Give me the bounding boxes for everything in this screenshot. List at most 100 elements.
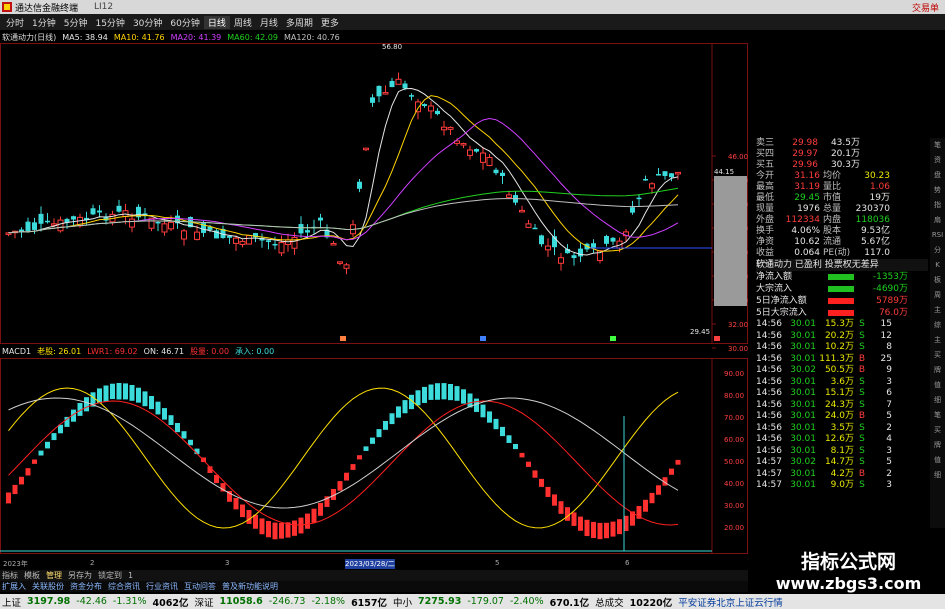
- candle-body: [480, 152, 486, 163]
- sidebar-function-button[interactable]: 势: [934, 183, 941, 198]
- macd-name[interactable]: MACD1: [2, 347, 31, 356]
- tick-row[interactable]: 14:57 30.01 9.0万 S 3: [756, 480, 928, 492]
- tick-row[interactable]: 14:56 30.01 24.0万 B 5: [756, 411, 928, 423]
- tick-row[interactable]: 14:56 30.01 15.3万 S 15: [756, 319, 928, 331]
- flow-bar: [824, 283, 862, 295]
- indicator-tab[interactable]: 另存为: [68, 570, 92, 581]
- tick-row[interactable]: 14:56 30.01 20.2万 S 12: [756, 331, 928, 343]
- zx-index-name[interactable]: 中小: [393, 595, 412, 609]
- tick-row[interactable]: 14:56 30.01 8.1万 S 3: [756, 446, 928, 458]
- tick-row[interactable]: 14:56 30.01 12.6万 S 4: [756, 434, 928, 446]
- candle-body: [318, 217, 323, 221]
- macd-tick-label: 60.00: [724, 436, 744, 444]
- sidebar-function-button[interactable]: RSI: [932, 228, 943, 243]
- period-tab[interactable]: 30分钟: [129, 16, 166, 29]
- sidebar-function-button[interactable]: 买: [934, 348, 941, 363]
- period-tab[interactable]: 15分钟: [91, 16, 128, 29]
- sidebar-function-button[interactable]: 主: [934, 333, 941, 348]
- sidebar-function-button[interactable]: 盘: [934, 168, 941, 183]
- indicator-tab[interactable]: 指标: [2, 570, 18, 581]
- info-tab[interactable]: 行业资讯: [146, 581, 178, 592]
- order-book-row[interactable]: 买五 29.96 30.3万: [756, 160, 928, 171]
- sidebar-function-button[interactable]: 周: [934, 288, 941, 303]
- period-tab[interactable]: 5分钟: [60, 16, 92, 29]
- sidebar-function-button[interactable]: 细: [934, 393, 941, 408]
- info-tab[interactable]: 扩展入: [2, 581, 26, 592]
- tick-price: 30.01: [790, 353, 816, 364]
- period-tab[interactable]: 1分钟: [28, 16, 60, 29]
- trade-button[interactable]: 交易单: [912, 1, 939, 14]
- period-tab[interactable]: 月线: [256, 16, 282, 29]
- sidebar-function-button[interactable]: 板: [934, 273, 941, 288]
- sidebar-function-button[interactable]: 分: [934, 243, 941, 258]
- macd-histogram-bar: [461, 389, 466, 404]
- tick-row[interactable]: 14:56 30.02 50.5万 B 9: [756, 365, 928, 377]
- event-marker[interactable]: [714, 336, 720, 341]
- sidebar-function-button[interactable]: 综: [934, 318, 941, 333]
- candle-body: [278, 242, 285, 254]
- period-tab[interactable]: 周线: [230, 16, 256, 29]
- sz-index-name[interactable]: 深证: [194, 595, 213, 609]
- indicator-tab[interactable]: 管理: [46, 570, 62, 581]
- indicator-tab[interactable]: 1: [128, 571, 133, 580]
- macd-histogram-bar: [123, 383, 128, 400]
- macd-histogram-bar: [272, 522, 278, 540]
- indicator-tab[interactable]: 模板: [24, 570, 40, 581]
- sidebar-function-button[interactable]: 值: [934, 453, 941, 468]
- tick-count: 15: [880, 319, 892, 329]
- tick-price: 30.01: [790, 480, 816, 490]
- order-book-row[interactable]: 卖三 29.98 43.5万: [756, 138, 928, 149]
- sidebar-function-button[interactable]: 笔: [934, 138, 941, 153]
- news-ticker[interactable]: 平安证券北京上证云行情: [678, 595, 783, 609]
- sidebar-function-button[interactable]: 资: [934, 153, 941, 168]
- stock-title[interactable]: 软通动力(日线): [2, 32, 56, 43]
- flow-bar: [824, 271, 862, 283]
- sidebar-function-button[interactable]: 指: [934, 198, 941, 213]
- macd-histogram-bar: [305, 513, 310, 529]
- candle-body: [539, 235, 544, 245]
- sidebar-function-button[interactable]: 笔: [934, 408, 941, 423]
- period-tab[interactable]: 多周期: [282, 16, 317, 29]
- tick-row[interactable]: 14:56 30.01 3.6万 S 3: [756, 377, 928, 389]
- tick-volume: 3.5万: [830, 422, 854, 433]
- sh-index-name[interactable]: 上证: [2, 595, 21, 609]
- tick-row[interactable]: 14:57 30.02 14.7万 S 5: [756, 457, 928, 469]
- tick-row[interactable]: 14:56 30.01 3.5万 S 2: [756, 423, 928, 435]
- tick-list[interactable]: 14:56 30.01 15.3万 S 15 14:56 30.01 20.2万 S 12 14:5…: [756, 319, 928, 492]
- chart-area[interactable]: 46.0044.0042.0040.0038.0036.0034.0032.00…: [0, 43, 748, 559]
- period-tab[interactable]: 60分钟: [166, 16, 203, 29]
- event-marker[interactable]: [340, 336, 346, 341]
- low-price-label: 29.45: [690, 328, 710, 336]
- info-tab[interactable]: 互动问答: [184, 581, 216, 592]
- event-marker[interactable]: [480, 336, 486, 341]
- field-value: 10.62: [794, 237, 820, 247]
- info-tab[interactable]: 资金分布: [70, 581, 102, 592]
- period-tab[interactable]: 分时: [2, 16, 28, 29]
- candle-body: [669, 173, 674, 178]
- sidebar-function-button[interactable]: 扇: [934, 213, 941, 228]
- order-book-row[interactable]: 买四 29.97 20.1万: [756, 149, 928, 160]
- info-tab[interactable]: 普及新功能说明: [222, 581, 278, 592]
- indicator-tab[interactable]: 锁定到: [98, 570, 122, 581]
- period-tab[interactable]: 日线: [203, 15, 230, 29]
- app-title: 通达信金融终端: [15, 3, 79, 14]
- sidebar-function-button[interactable]: 买: [934, 423, 941, 438]
- info-tab[interactable]: 关联股份: [32, 581, 64, 592]
- sidebar-function-button[interactable]: K: [935, 258, 940, 273]
- event-marker[interactable]: [610, 336, 616, 341]
- sidebar-function-button[interactable]: 值: [934, 378, 941, 393]
- quote-field-row: 收益(一) 0.064 PE(动) 117.0: [756, 248, 928, 269]
- moving-average-line: [8, 117, 679, 241]
- tick-row[interactable]: 14:57 30.01 4.2万 B 2: [756, 469, 928, 481]
- tick-row[interactable]: 14:56 30.01 24.3万 S 7: [756, 400, 928, 412]
- sidebar-function-button[interactable]: 细: [934, 468, 941, 483]
- sidebar-function-button[interactable]: 牌: [934, 438, 941, 453]
- info-tab[interactable]: 综合资讯: [108, 581, 140, 592]
- sidebar-function-button[interactable]: 主: [934, 303, 941, 318]
- macd-histogram-bar: [643, 499, 648, 512]
- tick-row[interactable]: 14:56 30.01 15.1万 S 6: [756, 388, 928, 400]
- tick-row[interactable]: 14:56 30.01 111.3万 B 25: [756, 354, 928, 366]
- tick-row[interactable]: 14:56 30.01 10.2万 S 8: [756, 342, 928, 354]
- sidebar-function-button[interactable]: 牌: [934, 363, 941, 378]
- period-tab[interactable]: 更多: [317, 16, 343, 29]
